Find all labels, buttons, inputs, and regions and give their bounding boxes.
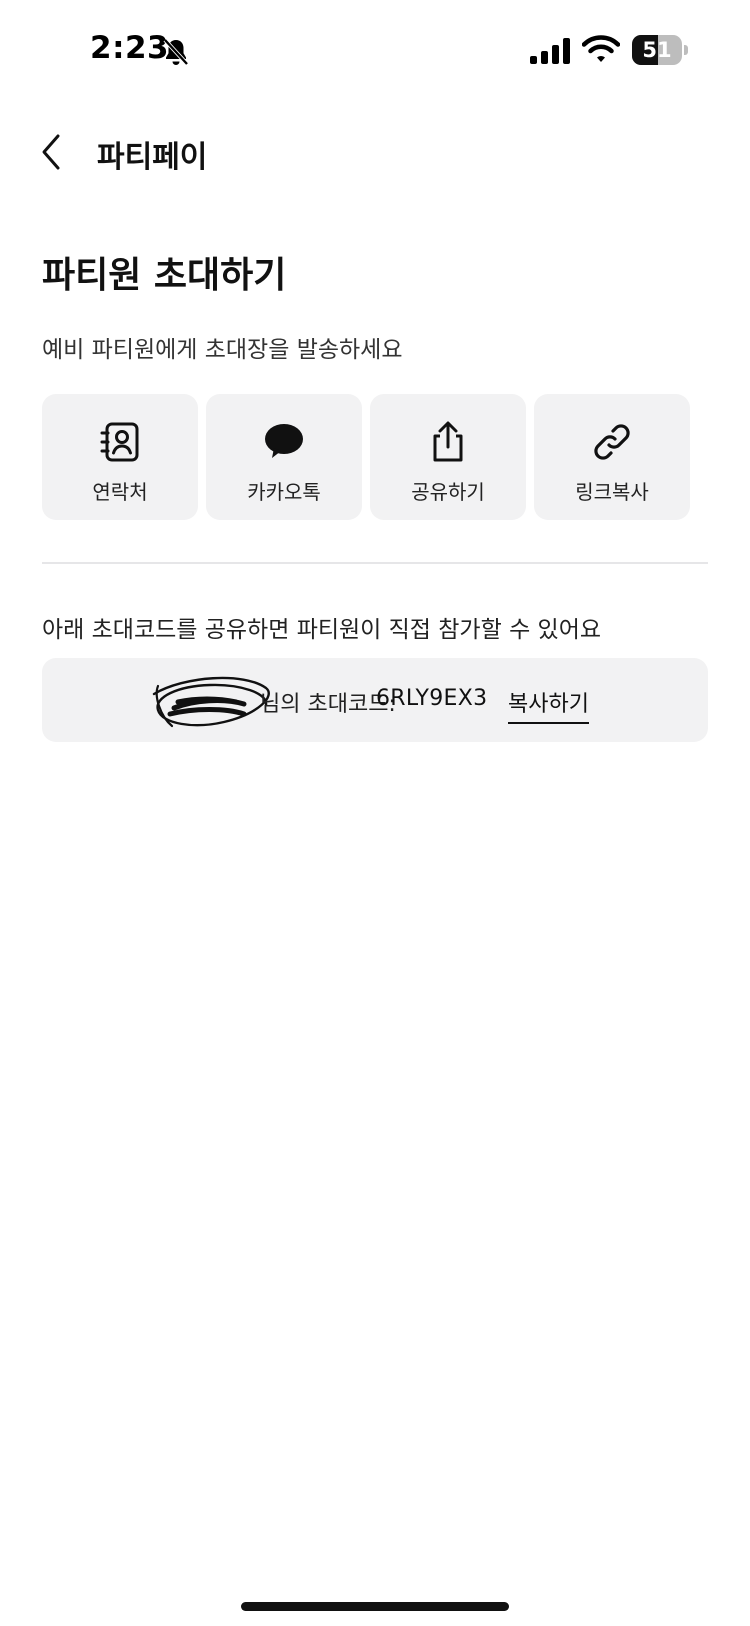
page-title: 파티원 초대하기	[42, 255, 287, 296]
kakaotalk-icon	[262, 420, 306, 464]
battery-icon: 51	[632, 35, 688, 65]
signal-icon	[530, 38, 572, 64]
nav-bar: 파티페이	[0, 120, 750, 184]
divider	[42, 562, 708, 564]
share-sheet-button[interactable]: 공유하기	[370, 394, 526, 520]
home-indicator[interactable]	[241, 1602, 509, 1611]
invite-code-value: 6RLY9EX3	[376, 686, 488, 711]
nav-title: 파티페이	[97, 140, 208, 175]
chevron-left-icon	[42, 134, 60, 170]
share-sheet-label: 공유하기	[411, 480, 485, 504]
copy-link-button[interactable]: 링크복사	[534, 394, 690, 520]
contacts-icon	[98, 420, 142, 464]
invite-code-box: 님의 초대코드: 6RLY9EX3 복사하기	[42, 658, 708, 742]
share-kakaotalk-label: 카카오톡	[247, 480, 321, 504]
copy-code-button[interactable]: 복사하기	[508, 686, 589, 724]
status-time: 2:23	[90, 30, 170, 66]
share-contacts-label: 연락처	[92, 480, 148, 504]
invite-code-description: 아래 초대코드를 공유하면 파티원이 직접 참가할 수 있어요	[42, 617, 602, 643]
share-options: 연락처 카카오톡 공유하기 링크복사	[42, 394, 708, 520]
back-button[interactable]	[36, 130, 76, 174]
page-subtitle: 예비 파티원에게 초대장을 발송하세요	[42, 337, 403, 363]
share-contacts-button[interactable]: 연락처	[42, 394, 198, 520]
share-kakaotalk-button[interactable]: 카카오톡	[206, 394, 362, 520]
share-icon	[426, 420, 470, 464]
copy-link-label: 링크복사	[575, 480, 649, 504]
link-icon	[590, 420, 634, 464]
bell-off-icon	[160, 36, 192, 68]
wifi-icon	[581, 34, 621, 64]
battery-level: 51	[642, 38, 672, 62]
status-bar: 2:23 51	[0, 0, 750, 100]
